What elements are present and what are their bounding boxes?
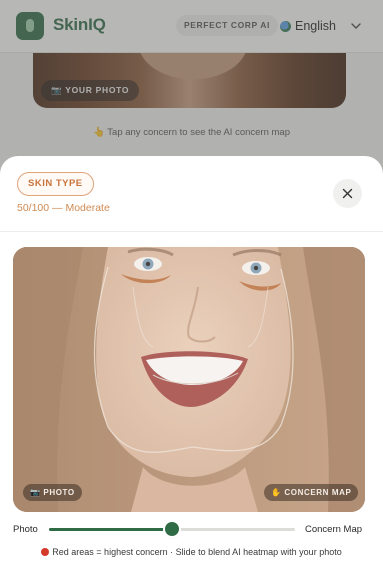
blend-slider-thumb[interactable] (165, 522, 179, 536)
photo-chip-label: PHOTO (43, 488, 75, 497)
close-icon (342, 188, 353, 199)
concern-score: 50/100 — Moderate (17, 202, 110, 214)
legend-text: Red areas = highest concern · Slide to b… (52, 547, 342, 557)
face-photo-with-heatmap (13, 247, 365, 512)
red-dot-icon (41, 548, 50, 556)
concern-map-viewer[interactable]: 📷 PHOTO ✋ CONCERN MAP (13, 247, 365, 512)
camera-icon: 📷 (30, 488, 41, 497)
concern-type-pill: SKIN TYPE (17, 172, 94, 196)
slider-right-label: Concern Map (305, 524, 363, 535)
blend-slider-fill (49, 528, 172, 531)
photo-chip: 📷 PHOTO (23, 484, 82, 501)
concern-detail-sheet: SKIN TYPE 50/100 — Moderate 📷 PHOTO ✋ CO… (0, 156, 383, 573)
close-button[interactable] (333, 179, 362, 208)
hand-icon: ✋ (271, 488, 282, 497)
concern-map-chip-label: CONCERN MAP (284, 488, 352, 497)
divider (0, 231, 383, 232)
heatmap-legend: Red areas = highest concern · Slide to b… (0, 547, 383, 557)
slider-left-label: Photo (13, 524, 38, 535)
concern-map-chip: ✋ CONCERN MAP (264, 484, 359, 501)
